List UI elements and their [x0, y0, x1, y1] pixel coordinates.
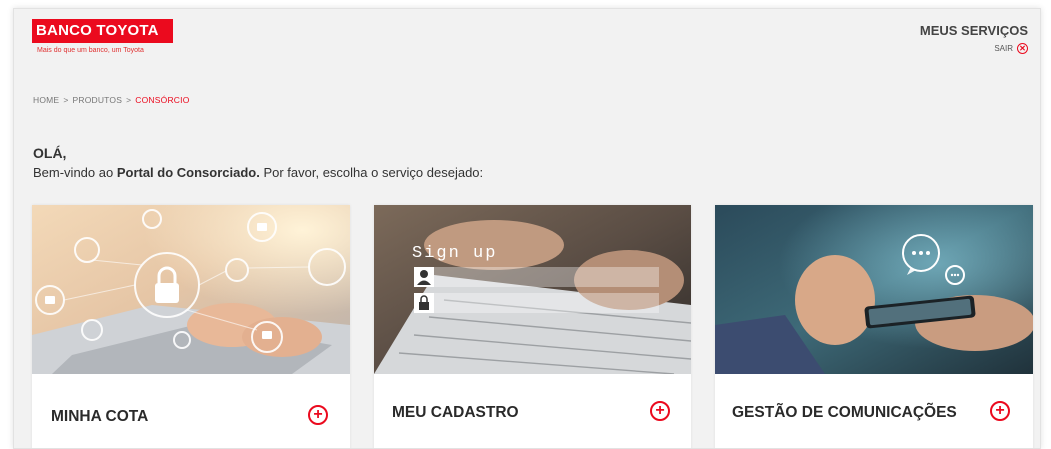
logo-brand: BANCO TOYOTA — [32, 19, 173, 43]
smartphone-chat-image — [715, 205, 1033, 374]
signup-image-text: Sign up — [412, 244, 497, 263]
logout-label: SAIR — [994, 44, 1013, 53]
card-label: GESTÃO DE COMUNICAÇÕES — [732, 404, 957, 421]
my-services-link[interactable]: MEUS SERVIÇOS — [920, 23, 1028, 38]
card-label: MEU CADASTRO — [392, 404, 519, 421]
banco-toyota-logo[interactable]: BANCO TOYOTA Mais do que um banco, um To… — [32, 19, 173, 66]
card-meu-cadastro[interactable]: Sign up MEU CADASTRO + — [374, 205, 691, 448]
breadcrumb-products[interactable]: PRODUTOS — [72, 95, 122, 105]
portal-frame: BANCO TOYOTA Mais do que um banco, um To… — [13, 8, 1041, 449]
plus-circle-icon[interactable]: + — [650, 401, 670, 421]
plus-circle-icon[interactable]: + — [308, 405, 328, 425]
breadcrumb-current: CONSÓRCIO — [135, 95, 190, 105]
breadcrumb-home[interactable]: HOME — [33, 95, 59, 105]
greeting-title: OLÁ, — [33, 145, 67, 161]
card-label: MINHA COTA — [51, 408, 149, 425]
signup-laptop-image: Sign up — [374, 205, 691, 374]
welcome-suffix: Por favor, escolha o serviço desejado: — [259, 165, 484, 180]
welcome-prefix: Bem-vindo ao — [33, 165, 117, 180]
welcome-message: Bem-vindo ao Portal do Consorciado. Por … — [33, 165, 483, 180]
breadcrumb-separator: > — [126, 95, 132, 105]
plus-circle-icon[interactable]: + — [990, 401, 1010, 421]
security-laptop-image — [32, 205, 350, 374]
services-menu: MEUS SERVIÇOS SAIR ✕ — [920, 23, 1028, 56]
breadcrumb-separator: > — [63, 95, 69, 105]
breadcrumb: HOME > PRODUTOS > CONSÓRCIO — [33, 95, 190, 105]
close-circle-icon: ✕ — [1017, 43, 1028, 54]
logo-tagline: Mais do que um banco, um Toyota — [37, 47, 144, 54]
card-gestao-de-comunicacoes[interactable]: GESTÃO DE COMUNICAÇÕES + — [715, 205, 1033, 448]
logout-button[interactable]: SAIR ✕ — [994, 43, 1028, 54]
card-minha-cota[interactable]: MINHA COTA + — [32, 205, 350, 448]
portal-name: Portal do Consorciado. — [116, 165, 260, 180]
